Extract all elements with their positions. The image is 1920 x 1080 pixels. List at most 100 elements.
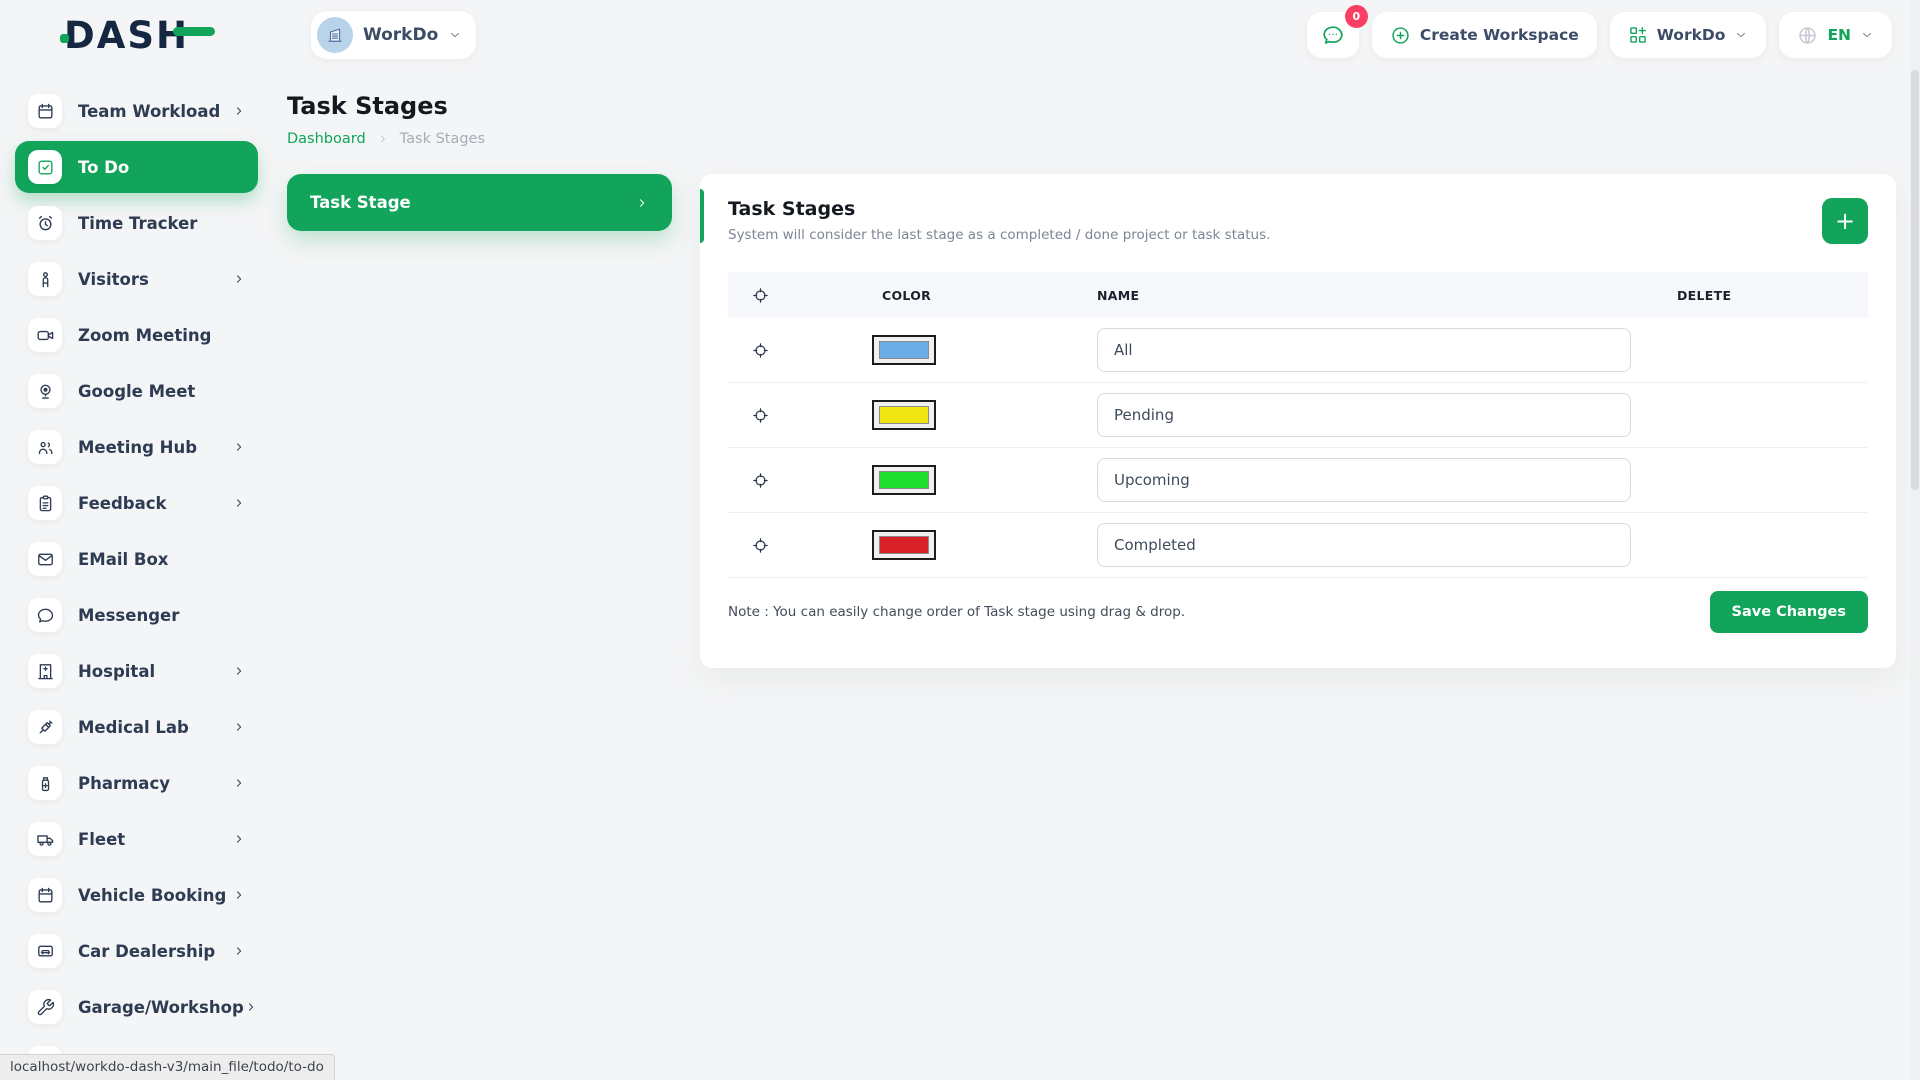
sidebar-item-feedback[interactable]: Feedback — [15, 477, 258, 529]
clipboard-icon — [28, 486, 62, 520]
top-header: DASH WorkDo 0 Create Workspace WorkDo EN — [0, 0, 1920, 70]
chevron-right-icon — [232, 440, 246, 454]
sidebar-item-team-workload[interactable]: Team Workload — [15, 85, 258, 137]
truck-icon — [28, 822, 62, 856]
page-scrollbar[interactable] — [1910, 0, 1920, 1080]
chevron-right-icon — [635, 196, 649, 210]
medicine-bottle-icon — [28, 766, 62, 800]
page-title: Task Stages — [287, 92, 1892, 120]
chevron-right-icon — [232, 888, 246, 902]
sidebar-item-time-tracker[interactable]: Time Tracker — [15, 197, 258, 249]
workspace-switcher[interactable]: WorkDo — [311, 11, 476, 59]
sidebar-item-label: Zoom Meeting — [78, 326, 211, 345]
chevron-right-icon — [232, 104, 246, 118]
alarm-clock-icon — [28, 206, 62, 240]
envelope-icon — [28, 542, 62, 576]
messages-button[interactable]: 0 — [1307, 12, 1359, 58]
stage-color-value — [879, 471, 929, 489]
move-icon — [752, 287, 858, 304]
chat-dots-icon — [1321, 23, 1345, 47]
stage-color-picker[interactable] — [872, 530, 936, 560]
workspace-avatar — [317, 17, 353, 53]
stage-color-picker[interactable] — [872, 335, 936, 365]
sidebar-item-visitors[interactable]: Visitors — [15, 253, 258, 305]
sidebar-item-label: Medical Lab — [78, 718, 189, 737]
workspace-menu-label: WorkDo — [1657, 26, 1726, 44]
stage-name-input-pending[interactable] — [1097, 393, 1631, 437]
panel-heading: Task Stages System will consider the las… — [728, 198, 1270, 243]
drag-handle[interactable] — [728, 472, 858, 489]
calendar-icon — [28, 94, 62, 128]
main-content: Task Stages Dashboard Task Stages Task S… — [278, 70, 1920, 668]
sidebar-nav: Team Workload To Do Time Tracker Visitor… — [0, 70, 278, 1080]
language-label: EN — [1827, 26, 1851, 44]
chat-bubble-icon — [28, 598, 62, 632]
breadcrumb-dashboard-link[interactable]: Dashboard — [287, 131, 366, 147]
panel-subtitle: System will consider the last stage as a… — [728, 227, 1270, 243]
sidebar-item-fleet[interactable]: Fleet — [15, 813, 258, 865]
sidebar-item-garage-workshop[interactable]: Garage/Workshop — [15, 981, 258, 1033]
stage-color-picker[interactable] — [872, 400, 936, 430]
sidebar-item-label: Pharmacy — [78, 774, 170, 793]
calendar-icon — [28, 878, 62, 912]
create-workspace-label: Create Workspace — [1420, 26, 1579, 44]
stage-row-upcoming — [728, 448, 1868, 513]
chevron-down-icon — [1734, 28, 1748, 42]
stage-row-completed — [728, 513, 1868, 578]
workspace-menu-button[interactable]: WorkDo — [1610, 12, 1767, 58]
sidebar-item-messenger[interactable]: Messenger — [15, 589, 258, 641]
sidebar-item-hospital[interactable]: Hospital — [15, 645, 258, 697]
sidebar-item-label: Team Workload — [78, 102, 220, 121]
sidebar-item-pharmacy[interactable]: Pharmacy — [15, 757, 258, 809]
sidebar-item-meeting-hub[interactable]: Meeting Hub — [15, 421, 258, 473]
car-icon — [28, 934, 62, 968]
language-menu-button[interactable]: EN — [1779, 12, 1892, 58]
sidebar-item-label: Vehicle Booking — [78, 886, 226, 905]
header-actions: 0 Create Workspace WorkDo EN — [1307, 12, 1892, 58]
sidebar-item-email-box[interactable]: EMail Box — [15, 533, 258, 585]
chevron-down-icon — [1860, 28, 1874, 42]
task-stage-nav-button[interactable]: Task Stage — [287, 174, 672, 231]
create-workspace-button[interactable]: Create Workspace — [1372, 12, 1597, 58]
drag-handle[interactable] — [728, 537, 858, 554]
stage-name-input-all[interactable] — [1097, 328, 1631, 372]
sidebar-item-label: Feedback — [78, 494, 167, 513]
drag-handle[interactable] — [728, 342, 858, 359]
drag-drop-note: Note : You can easily change order of Ta… — [728, 604, 1185, 620]
stage-name-input-completed[interactable] — [1097, 523, 1631, 567]
sidebar-item-label: Time Tracker — [78, 214, 197, 233]
sidebar-item-to-do[interactable]: To Do — [15, 141, 258, 193]
chevron-right-icon — [232, 272, 246, 286]
save-changes-button[interactable]: Save Changes — [1710, 591, 1868, 633]
sidebar-item-car-dealership[interactable]: Car Dealership — [15, 925, 258, 977]
drag-column-header — [728, 287, 858, 304]
grid-plus-icon — [1628, 25, 1648, 45]
sidebar-item-vehicle-booking[interactable]: Vehicle Booking — [15, 869, 258, 921]
sidebar-item-zoom-meeting[interactable]: Zoom Meeting — [15, 309, 258, 361]
sidebar-item-label: Hospital — [78, 662, 155, 681]
task-stages-panel: Task Stages System will consider the las… — [700, 174, 1896, 668]
stage-color-value — [879, 406, 929, 424]
name-column-header: NAME — [1073, 288, 1653, 303]
sidebar-item-label: Garage/Workshop — [78, 998, 244, 1017]
sidebar-item-label: Car Dealership — [78, 942, 215, 961]
chevron-right-icon — [244, 1000, 258, 1014]
stage-name-input-upcoming[interactable] — [1097, 458, 1631, 502]
stage-color-value — [879, 341, 929, 359]
stage-color-picker[interactable] — [872, 465, 936, 495]
sidebar-item-medical-lab[interactable]: Medical Lab — [15, 701, 258, 753]
webcam-icon — [28, 374, 62, 408]
workspace-switcher-label: WorkDo — [363, 25, 438, 45]
sidebar-item-label: Visitors — [78, 270, 149, 289]
logo-dash-bar — [173, 27, 215, 36]
sidebar-item-google-meet[interactable]: Google Meet — [15, 365, 258, 417]
chevron-right-icon — [377, 133, 389, 145]
messages-badge: 0 — [1345, 5, 1368, 28]
chevron-right-icon — [232, 776, 246, 790]
sidebar-item-label: Fleet — [78, 830, 125, 849]
scrollbar-thumb[interactable] — [1911, 70, 1919, 490]
add-stage-button[interactable]: + — [1822, 198, 1868, 244]
panel-title: Task Stages — [728, 198, 1270, 220]
drag-handle[interactable] — [728, 407, 858, 424]
delete-column-header: DELETE — [1653, 288, 1868, 303]
